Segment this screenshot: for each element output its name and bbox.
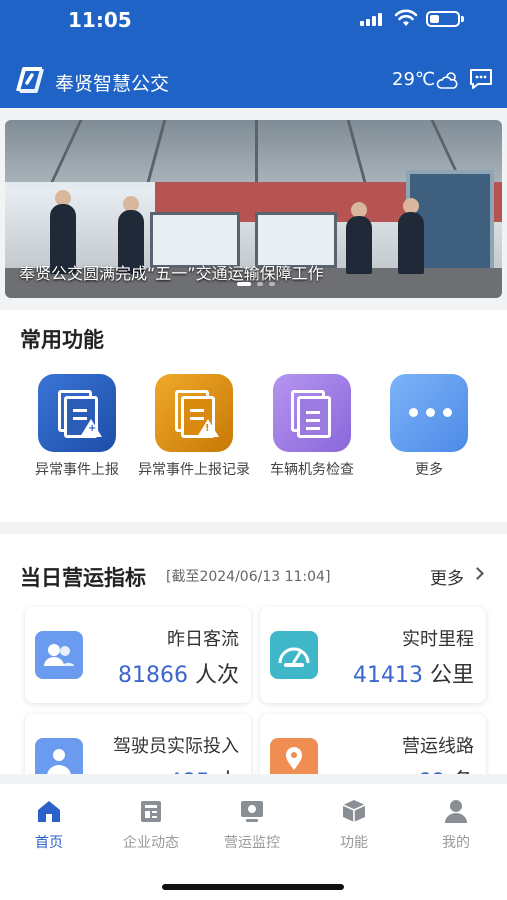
stats-timestamp: [截至2024/06/13 11:04] <box>166 569 331 585</box>
function-label: 更多 <box>415 462 443 478</box>
status-time: 11:05 <box>68 8 132 32</box>
news-banner[interactable]: 奉贤公交圆满完成“五一”交通运输保障工作 <box>5 120 502 298</box>
monitor-icon <box>241 801 263 822</box>
function-report-records[interactable]: ! 异常事件上报记录 <box>134 374 254 480</box>
more-dots-icon <box>390 374 468 452</box>
stat-value: 68 条 <box>417 764 474 774</box>
passengers-icon <box>35 631 83 679</box>
weather-cloudy-icon <box>436 72 458 89</box>
profile-icon <box>445 800 467 823</box>
function-report-event[interactable]: + 异常事件上报 <box>17 374 137 480</box>
stat-card-mileage[interactable]: 实时里程 41413 公里 <box>260 607 486 703</box>
section-title: 当日营运指标 <box>20 566 146 590</box>
stat-card-passenger-flow[interactable]: 昨日客流 81866 人次 <box>25 607 251 703</box>
warning-document-icon: ! <box>155 374 233 452</box>
speedometer-icon <box>270 631 318 679</box>
home-icon <box>38 801 60 822</box>
stat-label: 驾驶员实际投入 <box>113 736 239 757</box>
stat-label: 营运线路 <box>402 736 474 757</box>
tab-functions[interactable]: 功能 <box>309 798 399 852</box>
battery-icon <box>426 11 464 27</box>
bottom-tab-bar: 首页 企业动态 营运监控 功能 我的 <box>0 784 507 900</box>
signal-icon <box>360 12 382 26</box>
section-title: 常用功能 <box>20 328 104 352</box>
home-indicator[interactable] <box>162 884 344 890</box>
tab-label: 营运监控 <box>224 835 280 851</box>
common-functions-card: 常用功能 + 异常事件上报 ! 异常事件上报记录 车辆机务检查 更多 <box>0 310 507 522</box>
tab-label: 企业动态 <box>123 835 179 851</box>
wifi-icon <box>394 9 418 26</box>
news-icon <box>141 801 161 822</box>
daily-operations-card: 当日营运指标 [截至2024/06/13 11:04] 更多 昨日客流 8186… <box>0 534 507 774</box>
tab-label: 首页 <box>35 835 63 851</box>
stat-card-drivers[interactable]: 驾驶员实际投入 485 人 <box>25 714 251 774</box>
stat-value: 81866 人次 <box>117 663 239 688</box>
tab-label: 我的 <box>442 835 470 851</box>
function-label: 异常事件上报记录 <box>138 462 250 478</box>
inspection-document-icon <box>273 374 351 452</box>
temperature: 29℃ <box>392 69 436 90</box>
carousel-indicator <box>237 282 275 286</box>
stat-card-routes[interactable]: 营运线路 68 条 <box>260 714 486 774</box>
stats-more-link[interactable]: 更多 <box>430 564 464 589</box>
route-icon <box>270 738 318 774</box>
tab-operation-monitor[interactable]: 营运监控 <box>207 798 297 852</box>
stat-label: 昨日客流 <box>167 629 239 650</box>
stat-label: 实时里程 <box>402 629 474 650</box>
app-logo-icon <box>16 67 44 93</box>
tab-profile[interactable]: 我的 <box>411 798 501 852</box>
message-icon[interactable] <box>469 68 493 90</box>
tab-home[interactable]: 首页 <box>4 798 94 852</box>
tab-label: 功能 <box>340 835 368 851</box>
cube-icon <box>342 800 366 822</box>
function-more[interactable]: 更多 <box>369 374 489 480</box>
app-bar: 奉贤智慧公交 29℃ <box>0 62 507 102</box>
app-header: 11:05 奉贤智慧公交 29℃ <box>0 0 507 108</box>
chevron-right-icon[interactable] <box>471 567 484 580</box>
driver-icon <box>35 738 83 774</box>
banner-caption: 奉贤公交圆满完成“五一”交通运输保障工作 <box>19 264 324 283</box>
stat-value: 485 人 <box>168 764 239 774</box>
tab-enterprise-news[interactable]: 企业动态 <box>106 798 196 852</box>
report-document-icon: + <box>38 374 116 452</box>
function-label: 异常事件上报 <box>35 462 119 478</box>
status-bar: 11:05 <box>0 0 507 40</box>
function-label: 车辆机务检查 <box>270 462 354 478</box>
function-vehicle-inspection[interactable]: 车辆机务检查 <box>252 374 372 480</box>
stat-value: 41413 公里 <box>352 663 474 688</box>
app-title: 奉贤智慧公交 <box>55 73 170 95</box>
